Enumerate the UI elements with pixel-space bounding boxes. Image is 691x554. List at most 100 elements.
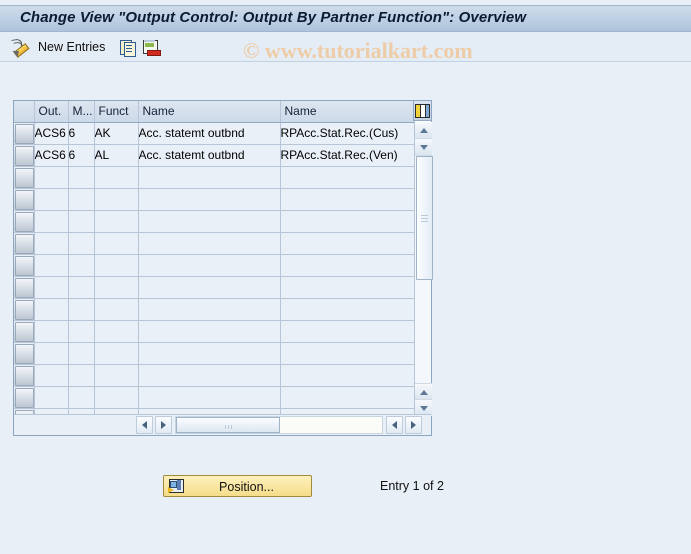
row-select-button[interactable]: [14, 122, 35, 145]
row-select-button[interactable]: [14, 232, 35, 255]
delete-button[interactable]: [143, 32, 161, 62]
cell-medium[interactable]: 6: [68, 144, 95, 167]
column-config-icon[interactable]: [413, 101, 431, 121]
cell-funct[interactable]: [94, 254, 139, 277]
row-select-handle[interactable]: [15, 321, 33, 341]
scroll-up-button[interactable]: [415, 122, 432, 139]
cell-funct[interactable]: [94, 298, 139, 321]
cell-name2[interactable]: [280, 320, 415, 343]
hscroll-right-button[interactable]: [155, 416, 172, 434]
table-row[interactable]: [14, 254, 415, 277]
table-row[interactable]: [14, 364, 415, 387]
cell-out[interactable]: ACS6: [34, 122, 69, 145]
row-select-handle[interactable]: [15, 365, 33, 385]
vertical-scroll-thumb[interactable]: [416, 156, 433, 280]
row-select-handle[interactable]: [15, 277, 33, 297]
row-select-handle[interactable]: [15, 189, 33, 209]
cell-medium[interactable]: [68, 320, 95, 343]
hscroll-left-button[interactable]: [136, 416, 153, 434]
row-select-button[interactable]: [14, 144, 35, 167]
cell-name1[interactable]: [138, 254, 281, 277]
cell-funct[interactable]: [94, 320, 139, 343]
cell-name1[interactable]: [138, 276, 281, 299]
cell-name2[interactable]: [280, 342, 415, 365]
table-row[interactable]: [14, 188, 415, 211]
row-select-handle[interactable]: [15, 387, 33, 407]
cell-out[interactable]: [34, 210, 69, 233]
cell-medium[interactable]: [68, 342, 95, 365]
cell-out[interactable]: [34, 188, 69, 211]
table-row[interactable]: [14, 386, 415, 409]
row-select-button[interactable]: [14, 298, 35, 321]
row-select-handle[interactable]: [15, 343, 33, 363]
cell-out[interactable]: [34, 298, 69, 321]
cell-out[interactable]: [34, 320, 69, 343]
row-select-handle[interactable]: [15, 167, 33, 187]
cell-name1[interactable]: [138, 232, 281, 255]
copy-button[interactable]: [120, 32, 137, 62]
column-header-name2[interactable]: Name: [280, 101, 415, 123]
cell-name1[interactable]: [138, 342, 281, 365]
table-row[interactable]: [14, 232, 415, 255]
row-select-handle[interactable]: [15, 123, 33, 143]
cell-name2[interactable]: [280, 210, 415, 233]
table-horizontal-scrollbar[interactable]: [14, 414, 431, 435]
table-row[interactable]: ACS6 6 AL Acc. statemt outbnd RPAcc.Stat.Rec…: [14, 144, 415, 167]
cell-name1[interactable]: [138, 210, 281, 233]
row-select-handle[interactable]: [15, 299, 33, 319]
cell-funct[interactable]: [94, 386, 139, 409]
cell-name1[interactable]: [138, 166, 281, 189]
cell-name2[interactable]: [280, 386, 415, 409]
cell-funct[interactable]: [94, 232, 139, 255]
cell-funct[interactable]: [94, 276, 139, 299]
table-row[interactable]: [14, 320, 415, 343]
table-row[interactable]: [14, 342, 415, 365]
position-button[interactable]: Position...: [163, 475, 312, 497]
cell-medium[interactable]: [68, 166, 95, 189]
row-select-button[interactable]: [14, 364, 35, 387]
column-header-name1[interactable]: Name: [138, 101, 281, 123]
cell-name1[interactable]: Acc. statemt outbnd: [138, 144, 281, 167]
cell-out[interactable]: ACS6: [34, 144, 69, 167]
cell-funct[interactable]: [94, 210, 139, 233]
cell-medium[interactable]: [68, 254, 95, 277]
cell-medium[interactable]: [68, 298, 95, 321]
row-select-button[interactable]: [14, 254, 35, 277]
table-row[interactable]: [14, 298, 415, 321]
cell-medium[interactable]: [68, 210, 95, 233]
column-header-funct[interactable]: Funct: [94, 101, 139, 123]
scroll-page-up-button[interactable]: [415, 383, 432, 400]
hscroll-track[interactable]: [175, 416, 383, 434]
scroll-down-button[interactable]: [415, 139, 432, 156]
cell-funct[interactable]: AL: [94, 144, 139, 167]
edit-button[interactable]: [11, 32, 30, 62]
table-row[interactable]: [14, 166, 415, 189]
cell-out[interactable]: [34, 254, 69, 277]
cell-name1[interactable]: [138, 188, 281, 211]
row-select-handle[interactable]: [15, 211, 33, 231]
cell-medium[interactable]: 6: [68, 122, 95, 145]
row-select-button[interactable]: [14, 166, 35, 189]
cell-out[interactable]: [34, 342, 69, 365]
cell-out[interactable]: [34, 276, 69, 299]
cell-name2[interactable]: [280, 298, 415, 321]
cell-name2[interactable]: [280, 276, 415, 299]
cell-medium[interactable]: [68, 232, 95, 255]
table-row[interactable]: [14, 210, 415, 233]
cell-name2[interactable]: RPAcc.Stat.Rec.(Cus): [280, 122, 415, 145]
row-select-button[interactable]: [14, 320, 35, 343]
row-select-button[interactable]: [14, 276, 35, 299]
table-vertical-scrollbar[interactable]: [414, 122, 433, 416]
cell-medium[interactable]: [68, 386, 95, 409]
column-header-medium[interactable]: M...: [68, 101, 95, 123]
row-select-handle[interactable]: [15, 255, 33, 275]
horizontal-scroll-thumb[interactable]: [176, 417, 280, 433]
cell-medium[interactable]: [68, 188, 95, 211]
cell-funct[interactable]: [94, 364, 139, 387]
row-select-button[interactable]: [14, 342, 35, 365]
cell-name1[interactable]: Acc. statemt outbnd: [138, 122, 281, 145]
select-all-header[interactable]: [14, 101, 35, 123]
cell-name1[interactable]: [138, 320, 281, 343]
cell-funct[interactable]: AK: [94, 122, 139, 145]
cell-name1[interactable]: [138, 298, 281, 321]
